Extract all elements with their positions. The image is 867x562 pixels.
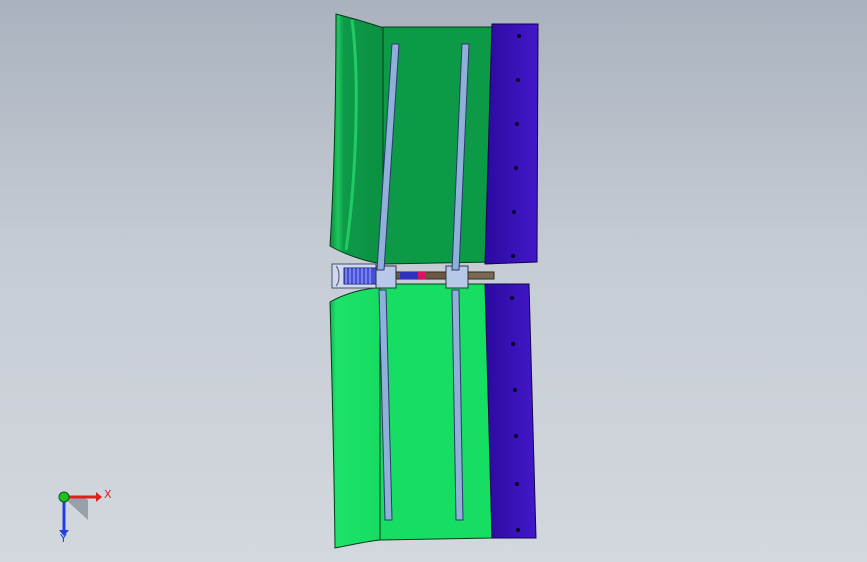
bolt-hole xyxy=(515,122,519,126)
bolt-hole xyxy=(510,296,514,300)
bolt-hole xyxy=(515,482,519,486)
bolt-hole xyxy=(512,210,516,214)
cad-model[interactable] xyxy=(0,0,867,562)
lower-clamp-bar[interactable] xyxy=(484,283,537,539)
bolt-hole xyxy=(513,388,517,392)
bolt-hole xyxy=(511,254,515,258)
bolt-hole xyxy=(514,434,518,438)
bolt-hole xyxy=(516,78,520,82)
lower-panel[interactable] xyxy=(329,283,493,549)
x-axis-label: X xyxy=(104,488,112,501)
y-axis-label: Y xyxy=(59,532,67,545)
upper-clamp-bar[interactable] xyxy=(484,23,539,265)
y-axis xyxy=(58,491,70,503)
bolt-hole xyxy=(511,342,515,346)
3d-viewport[interactable]: X Y xyxy=(0,0,867,562)
bolt-hole xyxy=(517,34,521,38)
orientation-triad: X Y xyxy=(58,488,112,545)
bolt-hole xyxy=(514,166,518,170)
bolt-hole xyxy=(516,528,520,532)
